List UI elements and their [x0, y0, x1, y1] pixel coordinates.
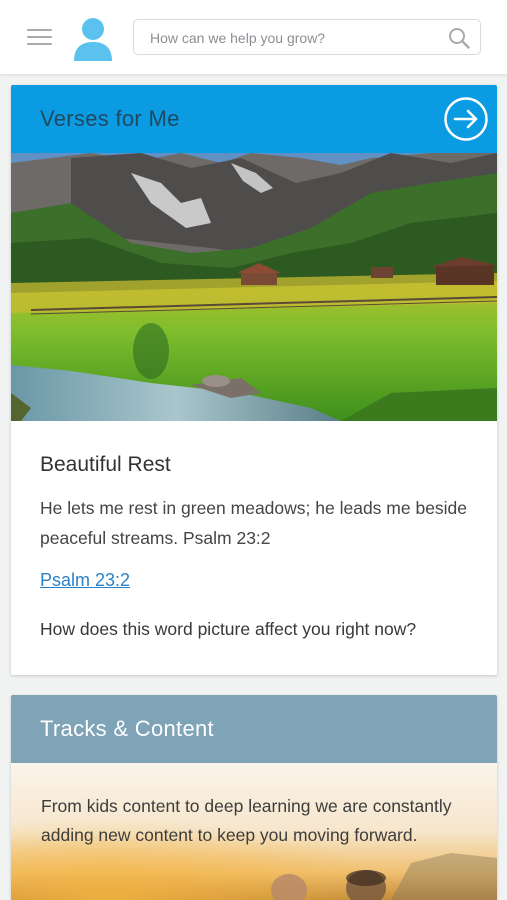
top-bar	[0, 0, 507, 75]
tracks-card-title: Tracks & Content	[40, 716, 214, 741]
search-icon[interactable]	[448, 27, 470, 49]
search-input[interactable]	[148, 20, 442, 56]
reflection-question: How does this word picture affect you ri…	[40, 619, 417, 639]
verses-card-header: Verses for Me	[11, 85, 497, 153]
verse-hero-image	[11, 153, 497, 421]
menu-line	[27, 36, 52, 38]
verses-card: Verses for Me Beautiful Rest He lets me …	[11, 85, 497, 675]
tracks-card-header[interactable]: Tracks & Content	[11, 695, 497, 763]
verse-text: He lets me rest in green meadows; he lea…	[40, 498, 468, 548]
tracks-description: From kids content to deep learning we ar…	[41, 796, 452, 845]
menu-line	[27, 29, 52, 31]
tracks-card: Tracks & Content From kids content to de…	[11, 695, 497, 900]
circle-arrow-right-icon[interactable]	[443, 96, 489, 142]
hamburger-menu-icon[interactable]	[27, 29, 52, 47]
verse-reference-link[interactable]: Psalm 23:2	[40, 570, 130, 591]
verses-card-title: Verses for Me	[40, 106, 180, 131]
search-box	[133, 19, 481, 56]
verse-title: Beautiful Rest	[40, 453, 171, 476]
menu-line	[27, 43, 52, 45]
user-avatar-icon[interactable]	[72, 17, 114, 61]
